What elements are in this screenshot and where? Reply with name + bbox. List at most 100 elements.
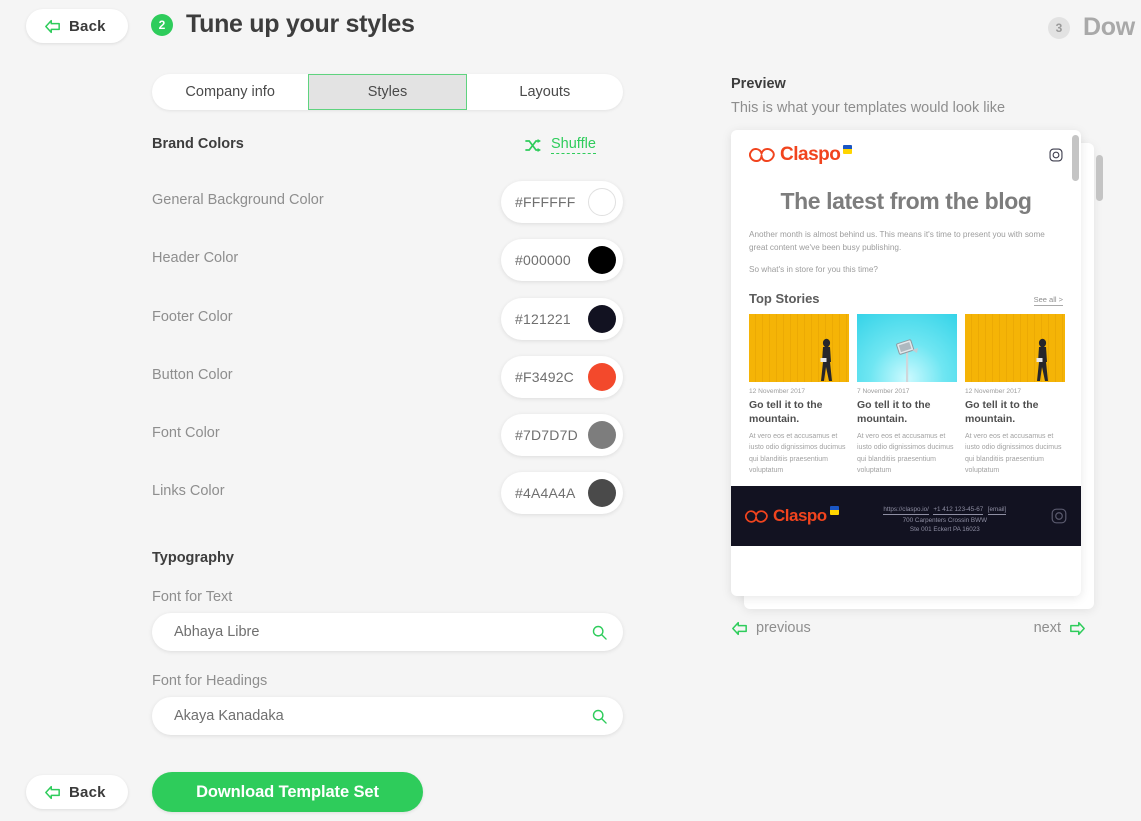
step-current: 2 Tune up your styles (151, 10, 415, 39)
story-thumbnail (965, 314, 1065, 383)
color-swatch-links[interactable]: #4A4A4A (501, 472, 623, 514)
preview-scrollbar-thumb[interactable] (1072, 135, 1079, 181)
color-dot (588, 421, 616, 449)
email-paragraph-2: So what's in store for you this time? (749, 265, 878, 275)
color-swatch-font[interactable]: #7D7D7D (501, 414, 623, 456)
footer-email[interactable]: [email] (987, 505, 1007, 516)
story-card[interactable]: 12 November 2017 Go tell it to the mount… (965, 314, 1065, 476)
step-badge-2: 2 (151, 13, 173, 36)
story-thumbnail (857, 314, 957, 383)
color-swatch-button[interactable]: #F3492C (501, 356, 623, 398)
footer-phone[interactable]: +1 412 123-45-67 (933, 505, 984, 516)
story-card-list: 12 November 2017 Go tell it to the mount… (745, 314, 1067, 476)
email-headline: The latest from the blog (780, 188, 1032, 214)
color-label: Header Color (152, 250, 239, 266)
color-swatch-footer[interactable]: #121221 (501, 298, 623, 340)
claspo-logo: Claspo (749, 144, 853, 166)
color-label: Font Color (152, 425, 220, 441)
color-row-header: Header Color #000000 (152, 239, 623, 281)
page-scrollbar-thumb[interactable] (1096, 155, 1103, 201)
color-hex: #000000 (515, 252, 571, 268)
search-icon[interactable] (592, 709, 607, 724)
page-title: Tune up your styles (186, 10, 415, 38)
color-row-font: Font Color #7D7D7D (152, 414, 623, 456)
preview-subtitle: This is what your templates would look l… (731, 100, 1006, 116)
tab-layouts[interactable]: Layouts (467, 74, 623, 110)
instagram-icon[interactable] (1049, 148, 1063, 162)
story-date: 12 November 2017 (965, 388, 1022, 396)
search-icon[interactable] (592, 625, 607, 640)
top-stories-heading: Top Stories (749, 291, 820, 307)
story-date: 7 November 2017 (857, 388, 910, 396)
shuffle-icon (525, 138, 541, 152)
color-label: Button Color (152, 367, 233, 383)
top-stories-row: Top Stories See all > (745, 287, 1067, 314)
story-card[interactable]: 12 November 2017 Go tell it to the mount… (749, 314, 849, 476)
step-badge-3: 3 (1048, 16, 1070, 39)
footer-url[interactable]: https://claspo.io/ (883, 505, 929, 516)
color-dot (588, 305, 616, 333)
story-title: Go tell it to the mountain. (857, 399, 931, 425)
arrow-left-icon (45, 19, 60, 33)
color-row-button: Button Color #F3492C (152, 356, 623, 398)
story-title: Go tell it to the mountain. (749, 399, 823, 425)
font-for-text-label: Font for Text (152, 589, 233, 605)
email-header: Claspo (745, 130, 1067, 174)
font-for-headings-field[interactable] (152, 697, 623, 735)
story-date: 12 November 2017 (749, 388, 806, 396)
shuffle-label: Shuffle (551, 136, 596, 154)
footer-claspo-logo: Claspo (745, 505, 839, 526)
see-all-link[interactable]: See all > (1033, 295, 1063, 307)
back-button-top[interactable]: Back (26, 9, 128, 43)
arrow-left-icon (732, 621, 747, 635)
story-thumbnail (749, 314, 849, 383)
color-row-general-background: General Background Color #FFFFFF (152, 181, 623, 223)
arrow-right-icon (1070, 621, 1085, 635)
instagram-icon[interactable] (1051, 508, 1067, 524)
walking-person-silhouette (820, 338, 832, 382)
color-row-links: Links Color #4A4A4A (152, 472, 623, 514)
previous-label: previous (756, 620, 811, 636)
tab-company-info[interactable]: Company info (152, 74, 308, 110)
footer-address-line-2: Ste 001 Eckert PA 16023 (909, 526, 980, 534)
color-hex: #121221 (515, 311, 571, 327)
walking-person-silhouette (1036, 338, 1048, 382)
tab-styles[interactable]: Styles (308, 74, 467, 110)
step-next[interactable]: 3 Dow (1048, 13, 1135, 42)
top-bar: Back 2 Tune up your styles 3 Dow (0, 0, 1141, 52)
footer-contact-block: https://claspo.io/ +1 412 123-45-67 [ema… (883, 498, 1007, 536)
claspo-cloud-icon (745, 510, 768, 523)
email-footer: Claspo https://claspo.io/ +1 412 123-45-… (731, 486, 1081, 547)
step-next-title: Dow (1083, 13, 1135, 41)
back-button-bottom[interactable]: Back (26, 775, 128, 809)
font-for-headings-input[interactable] (172, 707, 592, 725)
ukraine-flag-icon (829, 505, 839, 515)
story-body: At vero eos et accusamus et iusto odio d… (749, 432, 846, 474)
color-dot (588, 188, 616, 216)
typography-heading: Typography (152, 550, 234, 566)
claspo-cloud-icon (749, 148, 775, 162)
story-body: At vero eos et accusamus et iusto odio d… (965, 432, 1062, 474)
ukraine-flag-icon (843, 144, 853, 154)
font-for-text-input[interactable] (172, 623, 592, 641)
email-preview-card[interactable]: Claspo The latest from the blog Another … (731, 130, 1081, 596)
color-dot (588, 479, 616, 507)
color-swatch-header[interactable]: #000000 (501, 239, 623, 281)
footer-address-line-1: 700 Carpenters Crossin BWW (902, 516, 988, 524)
shuffle-button[interactable]: Shuffle (525, 136, 596, 154)
color-hex: #FFFFFF (515, 194, 576, 210)
next-label: next (1033, 620, 1061, 636)
color-label: General Background Color (152, 192, 324, 208)
download-template-set-button[interactable]: Download Template Set (152, 772, 423, 812)
color-hex: #7D7D7D (515, 427, 578, 443)
previous-button[interactable]: previous (731, 620, 811, 636)
color-hex: #4A4A4A (515, 485, 576, 501)
color-label: Links Color (152, 483, 225, 499)
font-for-text-field[interactable] (152, 613, 623, 651)
back-button-label: Back (69, 783, 106, 801)
story-card[interactable]: 7 November 2017 Go tell it to the mounta… (857, 314, 957, 476)
preview-title: Preview (731, 76, 786, 92)
next-button[interactable]: next (1034, 620, 1086, 636)
color-dot (588, 246, 616, 274)
color-swatch-general-background[interactable]: #FFFFFF (501, 181, 623, 223)
